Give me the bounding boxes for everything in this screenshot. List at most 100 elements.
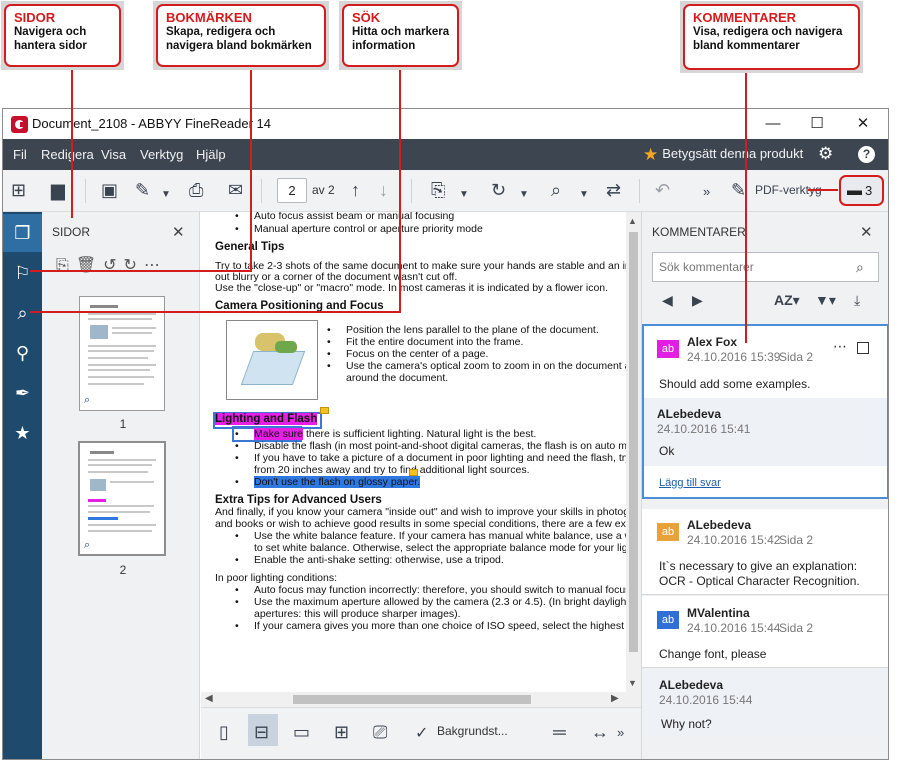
rotate-dropdown-icon[interactable]: ▼ <box>519 184 529 206</box>
callout-sidor: SIDOR Navigera och hantera sidor <box>1 1 124 70</box>
comment-author: MValentina <box>687 606 750 620</box>
next-comment-icon[interactable]: ▶ <box>692 292 703 309</box>
comment-resolve-checkbox[interactable] <box>857 342 869 354</box>
horizontal-scroll-thumb[interactable] <box>293 695 531 704</box>
save-icon[interactable]: ▣ <box>101 179 118 201</box>
pages-panel: SIDOR ✕ ⎘🗑︎↺↻⋯ ⌕ 1 ⌕ 2 <box>42 212 200 759</box>
fit-width-icon[interactable]: ═ <box>553 722 566 743</box>
comments-panel-title: KOMMENTARER <box>652 225 746 239</box>
toolbar-separator <box>85 179 86 203</box>
document-view[interactable]: Auto focus assist beam or manual focusin… <box>201 212 626 692</box>
maximize-button[interactable]: ☐ <box>795 111 839 137</box>
more-views-icon[interactable]: » <box>617 725 624 740</box>
document-vertical-scrollbar[interactable]: ▲ ▼ <box>626 212 641 692</box>
add-reply-link[interactable]: Lägg till svar <box>659 477 721 489</box>
two-page-view-icon[interactable]: ▭ <box>293 722 310 743</box>
minimize-button[interactable]: — <box>751 111 795 137</box>
save-as-icon[interactable]: ✎ <box>135 179 150 201</box>
menu-visa[interactable]: Visa <box>101 147 126 162</box>
comment-card[interactable]: ab ALebedeva 24.10.2016 15:42 Sida 2 It`… <box>642 509 888 595</box>
comment-card[interactable]: ab MValentina 24.10.2016 15:44 Sida 2 Ch… <box>642 596 888 668</box>
comment-note-icon[interactable] <box>409 469 418 476</box>
attachments-panel-icon[interactable]: ⚲ <box>3 334 42 372</box>
comment-reply[interactable]: ALebedeva 24.10.2016 15:44 Why not? <box>642 669 888 735</box>
favorites-star-icon[interactable]: ★ <box>3 414 42 452</box>
menu-redigera[interactable]: Redigera <box>41 147 94 162</box>
previous-page-icon[interactable]: ↑ <box>351 179 360 201</box>
comments-search-input[interactable]: Sök kommentarer <box>652 252 879 282</box>
comments-toggle-button[interactable]: ▬ 3 <box>839 175 884 206</box>
page-thumbnail-2[interactable]: ⌕ <box>78 441 166 556</box>
callout-sok: SÖK Hitta och markera information <box>339 1 462 70</box>
new-document-icon[interactable]: ⊞ <box>11 179 26 201</box>
single-page-view-icon[interactable]: ▯ <box>219 722 229 743</box>
filter-comments-icon[interactable]: ▼▾ <box>815 292 836 309</box>
comment-reply: ALebedeva 24.10.2016 15:41 Ok <box>644 398 887 466</box>
search-icon[interactable]: ⌕ <box>856 259 864 276</box>
search-panel-icon[interactable]: ⌕ <box>3 294 42 332</box>
doc-paragraph-line: And finally, if you know your camera "in… <box>215 506 626 518</box>
reply-date: 24.10.2016 15:44 <box>659 693 753 707</box>
fit-horizontal-icon[interactable]: ↔ <box>591 722 609 743</box>
previous-comment-icon[interactable]: ◀ <box>662 292 673 309</box>
signatures-panel-icon[interactable]: ✒ <box>3 374 42 412</box>
callout-connector <box>30 311 401 313</box>
background-recognition-icon[interactable]: ✓ <box>415 723 428 743</box>
doc-paragraph-line: Use the "close-up" or "macro" mode. In m… <box>215 282 609 294</box>
expand-all-icon[interactable]: ⤓ <box>854 292 860 309</box>
star-icon: ★ <box>643 145 659 164</box>
menu-hjalp[interactable]: Hjälp <box>196 147 226 162</box>
scroll-left-icon[interactable]: ◀ <box>205 693 213 704</box>
recognize-page-icon[interactable]: ⌕ <box>551 179 561 201</box>
close-button[interactable]: ✕ <box>841 111 885 137</box>
pages-panel-icon[interactable]: ❐ <box>3 214 42 252</box>
rate-product-link[interactable]: ★ Betygsätt denna produkt <box>643 145 803 165</box>
comments-panel-close-icon[interactable]: ✕ <box>860 223 873 241</box>
scroll-view-icon[interactable]: ⊟ <box>254 722 269 743</box>
page-number-input[interactable]: 2 <box>277 178 307 203</box>
rotate-icon[interactable]: ↻ <box>491 179 506 201</box>
background-recognition-label[interactable]: Bakgrundst... <box>437 724 508 738</box>
settings-gear-icon[interactable]: ⚙ <box>818 144 833 164</box>
menu-fil[interactable]: Fil <box>13 147 27 162</box>
next-page-icon[interactable]: ↓ <box>379 179 388 201</box>
comment-note-icon[interactable] <box>320 407 329 414</box>
print-icon[interactable]: ⎙ <box>189 179 203 201</box>
doc-bullet: Auto focus assist beam or manual focusin… <box>235 212 454 222</box>
page-total-label: av 2 <box>312 183 335 197</box>
email-icon[interactable]: ✉ <box>228 179 243 201</box>
add-page-dropdown-icon[interactable]: ▼ <box>459 184 469 206</box>
presentation-view-icon[interactable]: ⎚ <box>373 722 387 743</box>
comment-page: Sida 2 <box>779 621 814 635</box>
save-dropdown-icon[interactable]: ▼ <box>161 184 171 206</box>
help-icon[interactable]: ? <box>858 146 875 163</box>
document-horizontal-scrollbar[interactable]: ◀ ▶ <box>201 692 641 707</box>
pages-panel-close-icon[interactable]: ✕ <box>172 223 185 241</box>
doc-bullet: Make sure there is sufficient lighting. … <box>235 428 537 440</box>
callout-bokmarken: BOKMÄRKEN Skapa, redigera och navigera b… <box>153 1 329 70</box>
page-recognized-icon: ⌕ <box>84 394 91 406</box>
vertical-scroll-thumb[interactable] <box>629 232 638 652</box>
sort-comments-icon[interactable]: AZ▾ <box>774 292 800 309</box>
convert-icon[interactable]: ⇄ <box>606 179 621 201</box>
comment-page: Sida 2 <box>779 533 814 547</box>
scroll-up-icon[interactable]: ▲ <box>628 216 637 226</box>
more-tools-icon[interactable]: » <box>703 181 710 203</box>
toolbar-separator <box>639 179 640 203</box>
doc-bullet-rest: there is sufficient lighting. Natural li… <box>303 428 537 440</box>
menu-verktyg[interactable]: Verktyg <box>140 147 183 162</box>
open-folder-icon[interactable]: ▆ <box>51 179 65 201</box>
doc-bullet: Disable the flash (in most point-and-sho… <box>235 440 626 452</box>
bookmarks-panel-icon[interactable]: ⚐ <box>3 254 42 292</box>
avatar: ab <box>657 611 679 629</box>
scroll-down-icon[interactable]: ▼ <box>628 678 637 688</box>
comment-card[interactable]: ab Alex Fox 24.10.2016 15:39 Sida 2 ⋯ Sh… <box>642 324 888 499</box>
page-thumbnail-1[interactable]: ⌕ <box>79 296 165 411</box>
two-page-scroll-icon[interactable]: ⊞ <box>334 722 349 743</box>
recognize-dropdown-icon[interactable]: ▼ <box>579 184 589 206</box>
add-page-icon[interactable]: ⎘ <box>431 179 445 201</box>
undo-icon[interactable]: ↶ <box>655 179 670 201</box>
doc-paragraph-line: from 20 inches away and try to find addi… <box>254 464 530 476</box>
comment-more-icon[interactable]: ⋯ <box>833 338 847 355</box>
scroll-right-icon[interactable]: ▶ <box>611 693 619 704</box>
